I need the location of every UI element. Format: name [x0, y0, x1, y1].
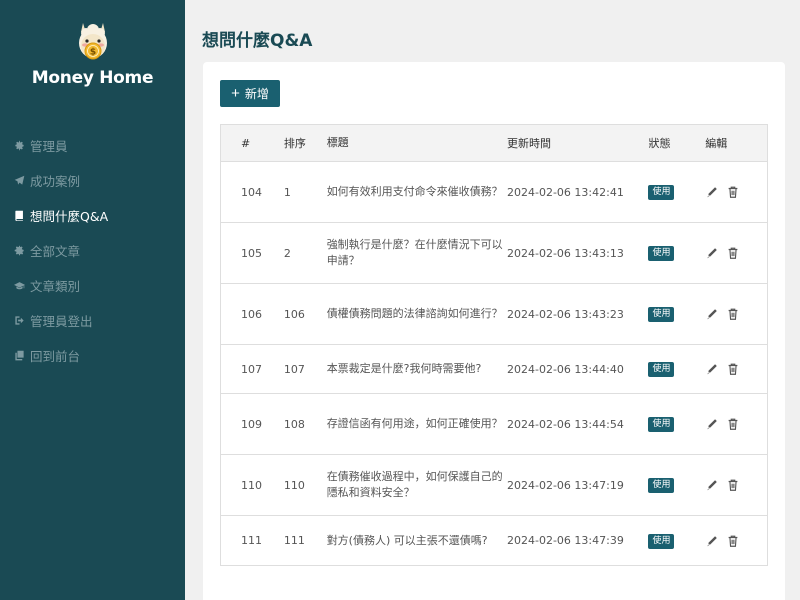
sidebar-item-label: 全部文章: [30, 244, 81, 259]
cell-updated: 2024-02-06 13:47:19: [507, 478, 624, 492]
cell-updated: 2024-02-06 13:43:13: [507, 246, 624, 260]
pencil-icon[interactable]: [705, 185, 719, 199]
status-badge: 使用: [648, 185, 675, 200]
sidebar-item-label: 成功案例: [30, 174, 81, 189]
pencil-icon[interactable]: [705, 362, 719, 376]
sidebar-item-label: 文章類別: [30, 279, 81, 294]
table-header: # 排序 標題 更新時間 狀態 編輯: [221, 125, 767, 162]
sign-out-icon: [14, 315, 25, 326]
page-title: 想問什麼Q&A: [202, 31, 313, 51]
add-button-label: 新增: [244, 87, 269, 101]
trash-icon[interactable]: [726, 417, 740, 431]
alpaca-logo-icon: $: [78, 23, 107, 60]
svg-text:$: $: [89, 48, 95, 58]
cell-title: 債權債務問題的法律諮詢如何進行？: [326, 307, 503, 320]
status-badge: 使用: [648, 307, 675, 322]
cell-title: 在債務催收過程中，如何保護自己的隱私和資料安全？: [326, 470, 503, 499]
sidebar-item-frontend[interactable]: 回到前台: [0, 338, 185, 373]
sidebar-item-all-articles[interactable]: 全部文章: [0, 233, 185, 268]
sidebar-item-label: 想問什麼Q&A: [30, 209, 109, 224]
sidebar-item-admin[interactable]: 管理員: [0, 128, 185, 163]
cell-title: 存證信函有何用途，如何正確使用？: [326, 417, 503, 430]
cell-updated: 2024-02-06 13:43:23: [507, 307, 624, 321]
cell-updated: 2024-02-06 13:44:54: [507, 417, 624, 431]
table-row: 110 110 在債務催收過程中，如何保護自己的隱私和資料安全？ 2024-02…: [221, 455, 767, 516]
cell-title: 強制執行是什麼？在什麼情況下可以申請？: [326, 238, 503, 267]
cell-updated: 2024-02-06 13:47:39: [507, 534, 624, 547]
cell-id: 107: [241, 362, 262, 376]
cell-sort: 110: [283, 478, 305, 492]
sidebar-item-success-cases[interactable]: 成功案例: [0, 163, 185, 198]
copy-icon: [14, 350, 25, 361]
cog-icon: [14, 245, 25, 256]
graduation-cap-icon: [14, 280, 25, 291]
sidebar-nav: 管理員 成功案例 想問什麼Q&A 全部文章 文章類別 管理員登出 回到前台: [0, 128, 185, 373]
table-row: 107 107 本票裁定是什麼?我何時需要他? 2024-02-06 13:44…: [221, 345, 767, 394]
header-status: 狀態: [648, 137, 671, 150]
cell-id: 111: [241, 534, 262, 547]
cell-sort: 106: [283, 307, 305, 321]
pencil-icon[interactable]: [705, 307, 719, 321]
status-badge: 使用: [648, 533, 675, 549]
header-edit: 編輯: [705, 137, 728, 150]
paper-plane-icon: [14, 175, 25, 186]
pencil-icon[interactable]: [705, 478, 719, 492]
cell-sort: 107: [283, 362, 305, 376]
logo[interactable]: $ Money Home: [0, 18, 185, 88]
header-updated: 更新時間: [507, 137, 551, 150]
header-title: 標題: [326, 136, 349, 149]
cell-title: 本票裁定是什麼?我何時需要他?: [326, 362, 482, 375]
book-icon: [14, 210, 25, 221]
sidebar-item-label: 管理員登出: [30, 314, 93, 329]
cell-updated: 2024-02-06 13:42:41: [507, 185, 624, 199]
table-row: 106 106 債權債務問題的法律諮詢如何進行？ 2024-02-06 13:4…: [221, 284, 767, 345]
table-row: 111 111 對方(債務人) 可以主張不還債嗎? 2024-02-06 13:…: [221, 516, 767, 565]
sidebar-item-article-categories[interactable]: 文章類別: [0, 268, 185, 303]
trash-icon[interactable]: [726, 246, 740, 260]
cell-title: 對方(債務人) 可以主張不還債嗎?: [326, 533, 488, 547]
status-badge: 使用: [648, 362, 675, 377]
cell-id: 105: [241, 246, 262, 260]
trash-icon[interactable]: [726, 307, 740, 321]
trash-icon[interactable]: [726, 478, 740, 492]
sidebar-item-label: 回到前台: [30, 349, 81, 364]
status-badge: 使用: [648, 246, 675, 261]
cell-id: 104: [241, 185, 262, 199]
cell-sort: 2: [283, 246, 291, 260]
pencil-icon[interactable]: [705, 534, 719, 548]
cell-sort: 108: [283, 417, 305, 431]
cell-id: 110: [241, 478, 262, 492]
sidebar-item-qa[interactable]: 想問什麼Q&A: [0, 198, 185, 233]
sidebar: $ Money Home 管理員 成功案例 想問什麼Q&A 全部文章 文章類別 …: [0, 0, 185, 600]
add-button[interactable]: + 新增: [220, 80, 280, 107]
cell-sort: 1: [283, 185, 291, 199]
table-row: 105 2 強制執行是什麼？在什麼情況下可以申請？ 2024-02-06 13:…: [221, 223, 767, 284]
cell-updated: 2024-02-06 13:44:40: [507, 362, 624, 376]
header-sort: 排序: [283, 137, 306, 150]
cell-title: 如何有效利用支付命令來催收債務？: [326, 185, 503, 198]
trash-icon[interactable]: [726, 185, 740, 199]
plus-icon: +: [231, 85, 240, 102]
cell-sort: 111: [283, 534, 305, 547]
gear-icon: [14, 140, 25, 151]
qa-table: # 排序 標題 更新時間 狀態 編輯 104 1 如何有效利用支付命令來催收債務…: [220, 124, 768, 566]
sidebar-item-logout[interactable]: 管理員登出: [0, 303, 185, 338]
pencil-icon[interactable]: [705, 246, 719, 260]
trash-icon[interactable]: [726, 534, 740, 548]
header-id: #: [241, 136, 251, 150]
sidebar-item-label: 管理員: [30, 139, 68, 154]
cell-id: 106: [241, 307, 262, 321]
cell-id: 109: [241, 417, 262, 431]
table-row: 109 108 存證信函有何用途，如何正確使用？ 2024-02-06 13:4…: [221, 394, 767, 455]
content-card: + 新增 # 排序 標題 更新時間 狀態 編輯 104 1 如何有效利用支付命令…: [203, 62, 785, 600]
trash-icon[interactable]: [726, 362, 740, 376]
status-badge: 使用: [648, 417, 675, 432]
table-row: 104 1 如何有效利用支付命令來催收債務？ 2024-02-06 13:42:…: [221, 162, 767, 223]
app-name: Money Home: [31, 68, 154, 88]
pencil-icon[interactable]: [705, 417, 719, 431]
status-badge: 使用: [648, 478, 675, 493]
